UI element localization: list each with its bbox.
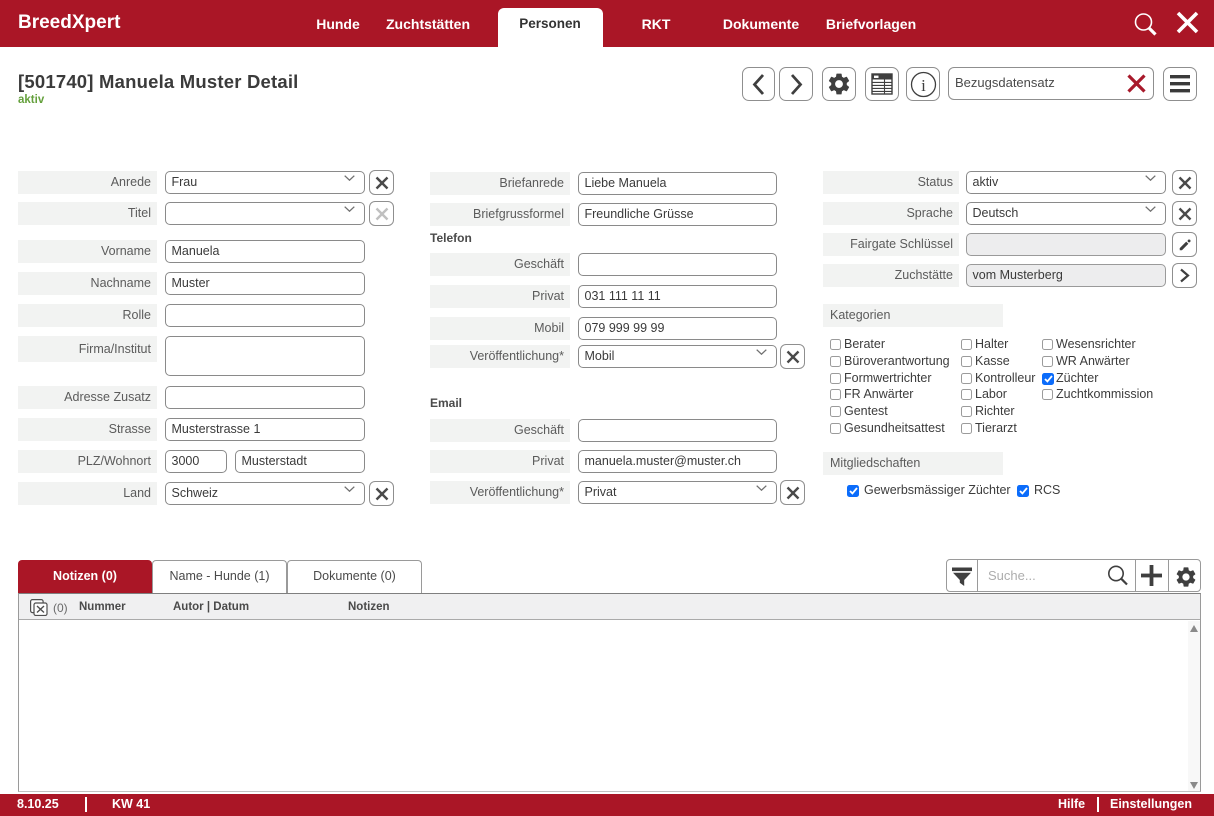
svg-text:i: i (921, 76, 926, 95)
